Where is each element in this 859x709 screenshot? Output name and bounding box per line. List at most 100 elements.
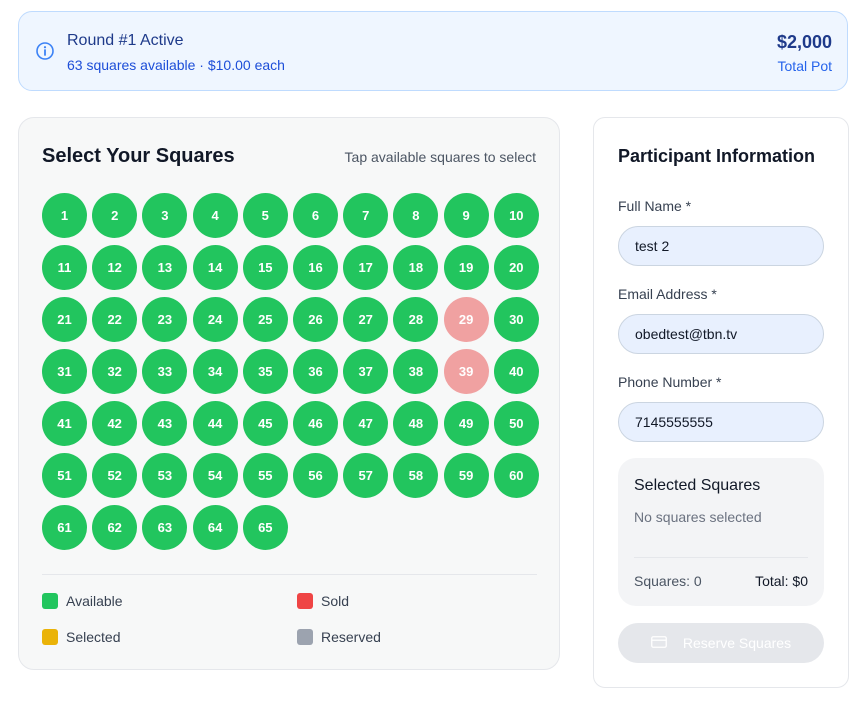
legend-available-swatch	[42, 593, 58, 609]
square-5[interactable]: 5	[242, 193, 288, 238]
square-14[interactable]: 14	[192, 245, 238, 290]
square-27[interactable]: 27	[343, 297, 389, 342]
squares-count: Squares: 0	[634, 573, 702, 589]
square-59[interactable]: 59	[443, 453, 489, 498]
square-13[interactable]: 13	[142, 245, 188, 290]
square-48[interactable]: 48	[393, 401, 439, 446]
square-51[interactable]: 51	[42, 453, 87, 498]
square-58[interactable]: 58	[393, 453, 439, 498]
legend-selected-label: Selected	[66, 629, 121, 645]
legend-sold-swatch	[297, 593, 313, 609]
square-26[interactable]: 26	[293, 297, 338, 342]
round-subtitle: 63 squares available · $10.00 each	[67, 57, 285, 73]
square-9[interactable]: 9	[443, 193, 489, 238]
square-4[interactable]: 4	[192, 193, 238, 238]
square-36[interactable]: 36	[293, 349, 338, 394]
square-7[interactable]: 7	[343, 193, 389, 238]
legend-available: Available	[42, 593, 123, 609]
square-10[interactable]: 10	[493, 193, 539, 238]
square-65[interactable]: 65	[242, 505, 288, 550]
square-47[interactable]: 47	[343, 401, 389, 446]
square-25[interactable]: 25	[242, 297, 288, 342]
legend-selected: Selected	[42, 629, 120, 645]
square-60[interactable]: 60	[493, 453, 539, 498]
square-3[interactable]: 3	[142, 193, 188, 238]
square-17[interactable]: 17	[343, 245, 389, 290]
square-2[interactable]: 2	[92, 193, 138, 238]
square-24[interactable]: 24	[192, 297, 238, 342]
square-46[interactable]: 46	[293, 401, 338, 446]
square-53[interactable]: 53	[142, 453, 188, 498]
total-pot-label: Total Pot	[777, 58, 832, 74]
square-35[interactable]: 35	[242, 349, 288, 394]
square-49[interactable]: 49	[443, 401, 489, 446]
legend-sold-label: Sold	[321, 593, 350, 609]
round-status-banner: Round #1 Active 63 squares available · $…	[18, 11, 848, 91]
square-30[interactable]: 30	[493, 297, 539, 342]
grid-hint: Tap available squares to select	[344, 149, 536, 165]
square-21[interactable]: 21	[42, 297, 87, 342]
square-52[interactable]: 52	[92, 453, 138, 498]
square-28[interactable]: 28	[393, 297, 439, 342]
square-61[interactable]: 61	[42, 505, 87, 550]
grid-heading: Select Your Squares	[42, 145, 235, 167]
full-name-input[interactable]	[618, 226, 824, 266]
square-34[interactable]: 34	[192, 349, 238, 394]
square-56[interactable]: 56	[293, 453, 338, 498]
square-33[interactable]: 33	[142, 349, 188, 394]
legend-reserved-label: Reserved	[321, 629, 381, 645]
square-41[interactable]: 41	[42, 401, 87, 446]
participant-form-card: Participant Information Full Name * Emai…	[593, 117, 849, 688]
square-15[interactable]: 15	[242, 245, 288, 290]
round-title: Round #1 Active	[67, 32, 184, 49]
squares-grid-card: Select Your Squares Tap available square…	[18, 117, 560, 670]
credit-card-icon	[651, 635, 667, 651]
legend-reserved: Reserved	[297, 629, 381, 645]
square-23[interactable]: 23	[142, 297, 188, 342]
square-32[interactable]: 32	[92, 349, 138, 394]
reserve-squares-label: Reserve Squares	[682, 635, 792, 651]
phone-label: Phone Number *	[618, 374, 722, 390]
email-input[interactable]	[618, 314, 824, 354]
square-40[interactable]: 40	[493, 349, 539, 394]
square-31[interactable]: 31	[42, 349, 87, 394]
square-6[interactable]: 6	[293, 193, 338, 238]
legend-available-label: Available	[66, 593, 123, 609]
square-12[interactable]: 12	[92, 245, 138, 290]
legend-selected-swatch	[42, 629, 58, 645]
square-38[interactable]: 38	[393, 349, 439, 394]
reserve-squares-button[interactable]: Reserve Squares	[618, 623, 824, 663]
selected-squares-empty: No squares selected	[634, 509, 762, 525]
square-39[interactable]: 39	[443, 349, 489, 394]
square-43[interactable]: 43	[142, 401, 188, 446]
square-50[interactable]: 50	[493, 401, 539, 446]
square-54[interactable]: 54	[192, 453, 238, 498]
email-label: Email Address *	[618, 286, 717, 302]
square-62[interactable]: 62	[92, 505, 138, 550]
square-18[interactable]: 18	[393, 245, 439, 290]
square-42[interactable]: 42	[92, 401, 138, 446]
square-11[interactable]: 11	[42, 245, 87, 290]
square-44[interactable]: 44	[192, 401, 238, 446]
phone-input[interactable]	[618, 402, 824, 442]
legend-reserved-swatch	[297, 629, 313, 645]
legend-sold: Sold	[297, 593, 349, 609]
form-heading: Participant Information	[618, 146, 816, 166]
square-55[interactable]: 55	[242, 453, 288, 498]
square-20[interactable]: 20	[493, 245, 539, 290]
total-pot-amount: $2,000	[776, 32, 832, 52]
square-63[interactable]: 63	[142, 505, 188, 550]
square-1[interactable]: 1	[42, 193, 87, 238]
square-45[interactable]: 45	[242, 401, 288, 446]
square-8[interactable]: 8	[393, 193, 439, 238]
square-22[interactable]: 22	[92, 297, 138, 342]
summary-divider	[634, 557, 808, 558]
square-29[interactable]: 29	[443, 297, 489, 342]
selected-squares-summary: Selected Squares No squares selected Squ…	[618, 458, 824, 606]
square-57[interactable]: 57	[343, 453, 389, 498]
square-37[interactable]: 37	[343, 349, 389, 394]
selected-squares-title: Selected Squares	[634, 477, 761, 494]
square-64[interactable]: 64	[192, 505, 238, 550]
square-19[interactable]: 19	[443, 245, 489, 290]
square-16[interactable]: 16	[293, 245, 338, 290]
